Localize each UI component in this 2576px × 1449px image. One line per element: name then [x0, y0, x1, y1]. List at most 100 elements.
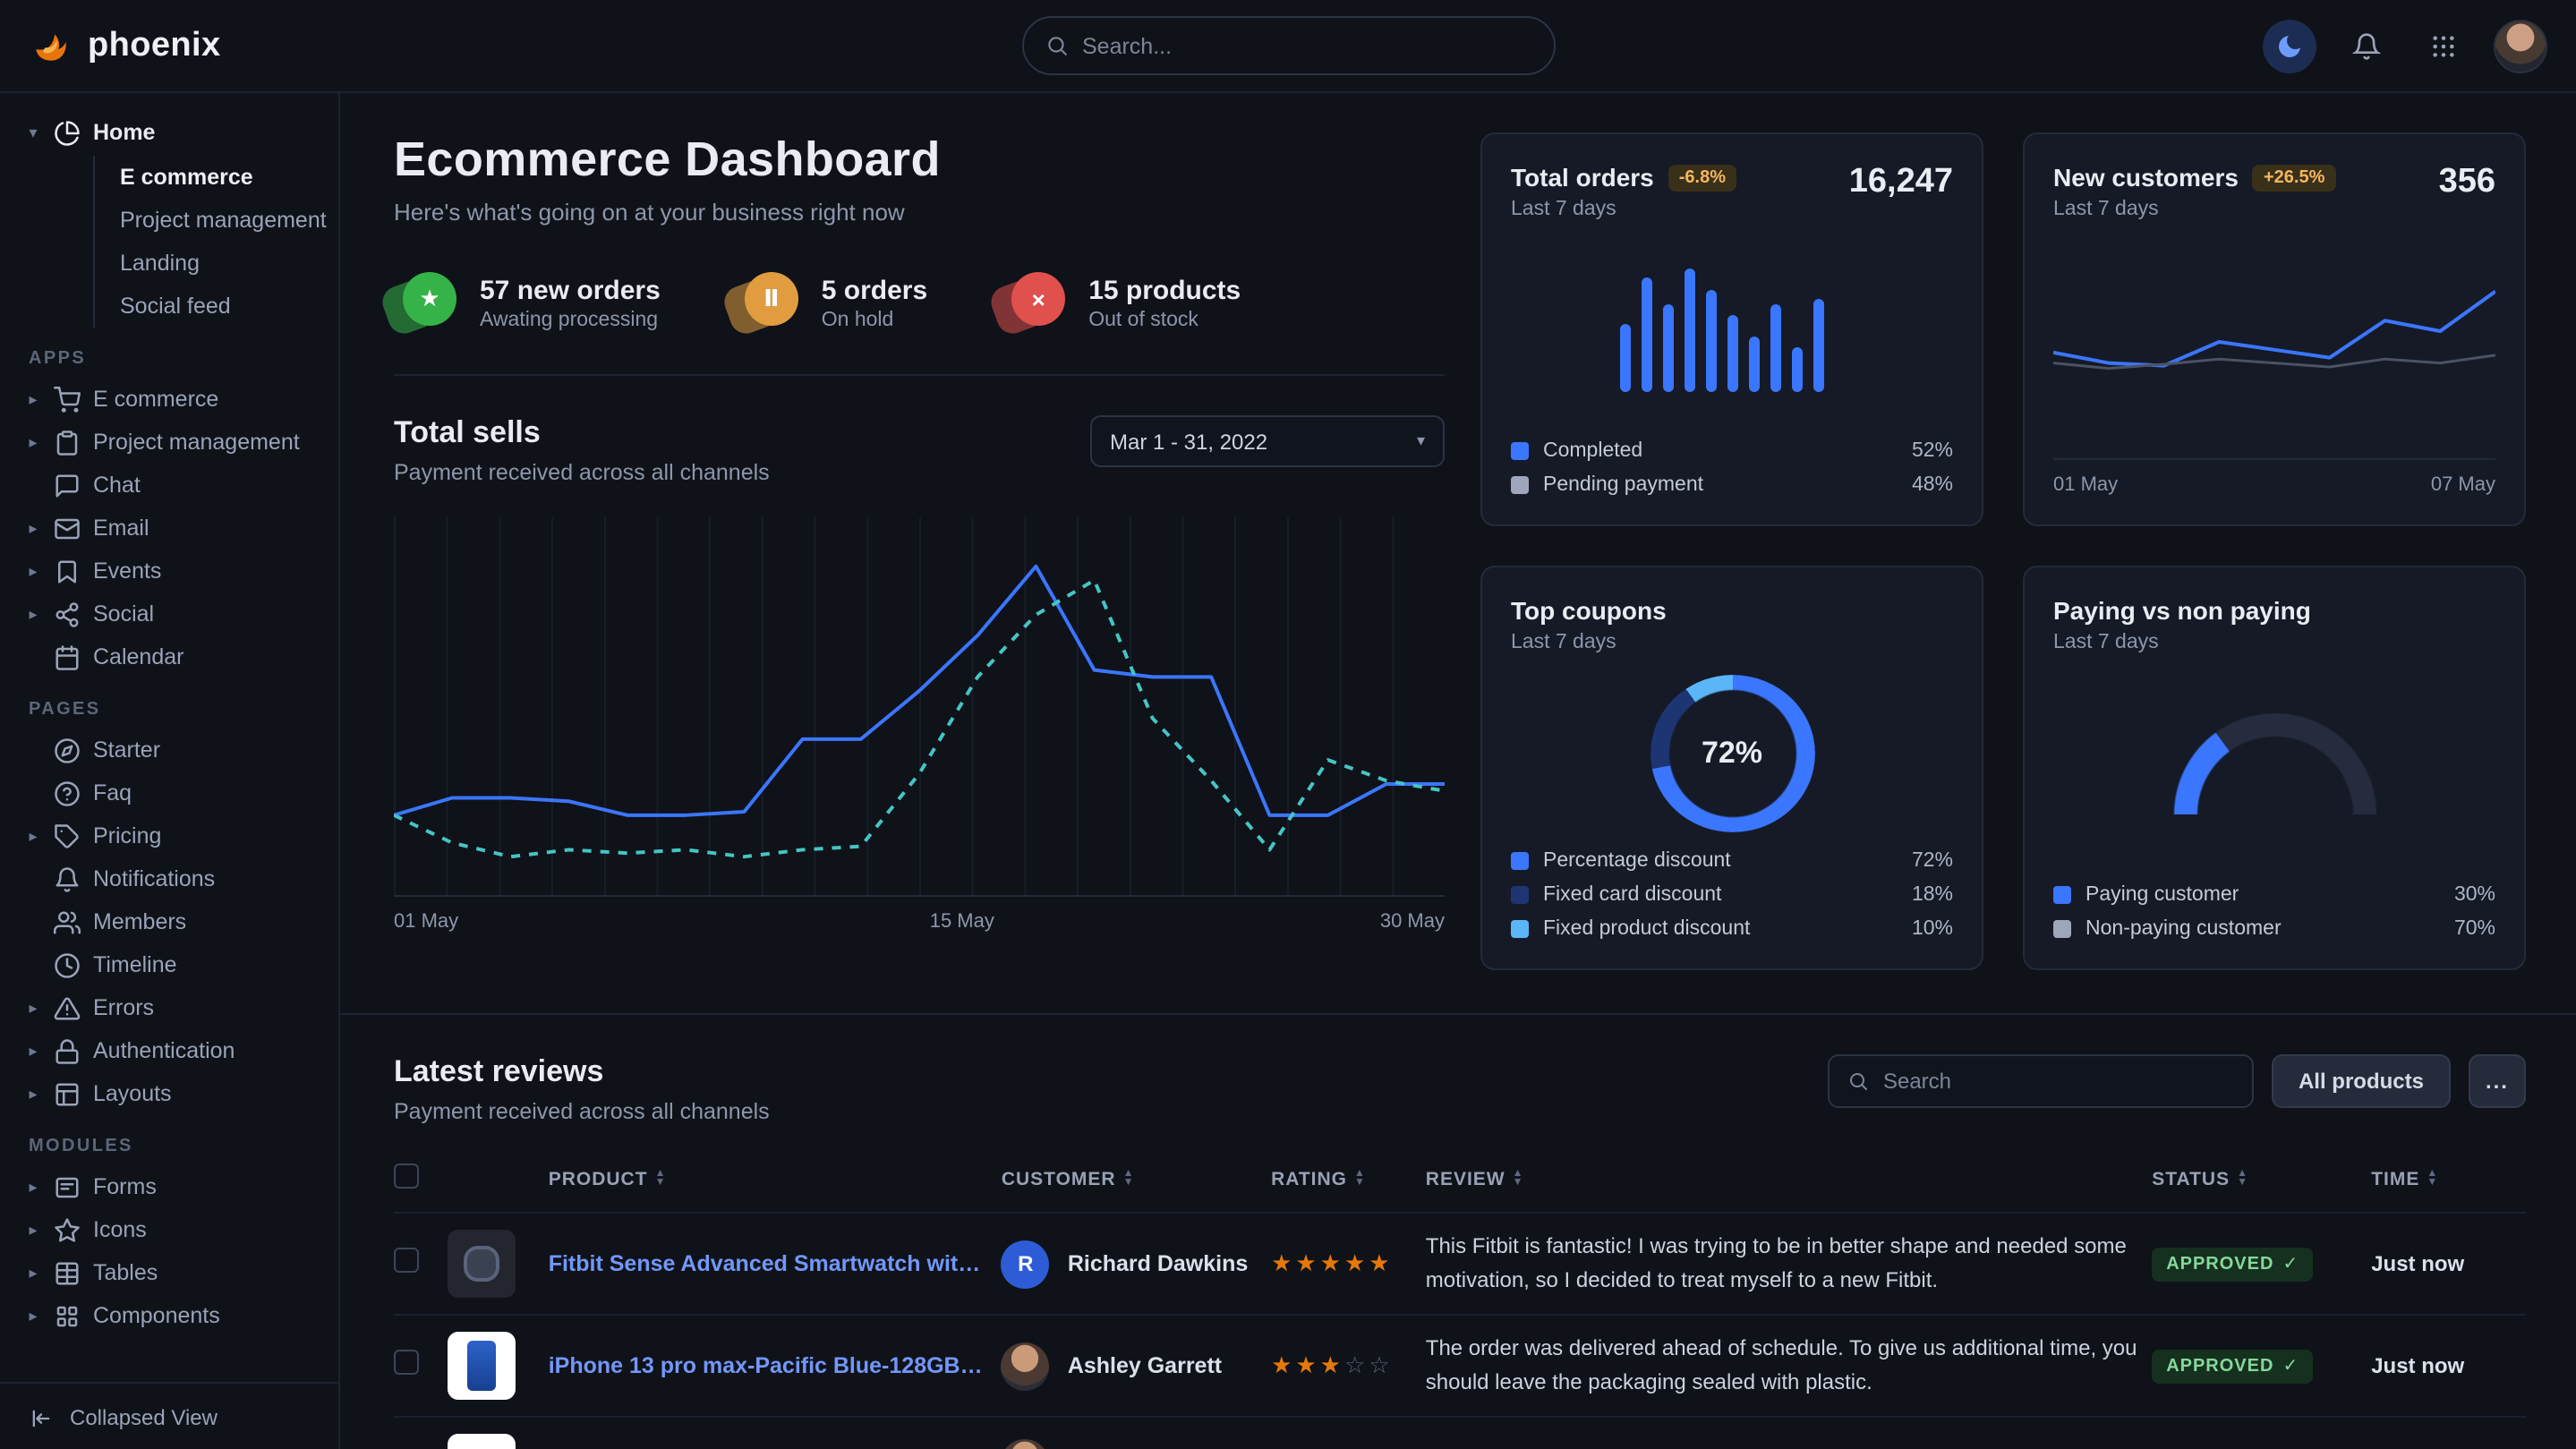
table-body: Fitbit Sense Advanced Smartwatch with To…: [394, 1213, 2526, 1449]
global-search-input[interactable]: [1082, 33, 1531, 58]
review-text: The order was delivered ahead of schedul…: [1426, 1333, 2137, 1399]
column-header-product[interactable]: PRODUCT▲▼: [549, 1153, 1002, 1213]
x-axis-label: 01 May: [394, 911, 458, 933]
new-customers-chart-svg: [2053, 249, 2495, 413]
review-cell: This Fitbit is fantastic! I was trying t…: [1426, 1213, 2152, 1315]
all-products-button[interactable]: All products: [2272, 1054, 2451, 1108]
sidebar-item-label: Events: [93, 558, 161, 584]
sidebar-item-faq[interactable]: Faq: [25, 771, 324, 814]
x-axis-label: 30 May: [1380, 911, 1445, 933]
collapsed-view-toggle[interactable]: Collapsed View: [0, 1382, 338, 1449]
column-header-status[interactable]: STATUS▲▼: [2152, 1153, 2371, 1213]
layout-icon: [54, 1080, 81, 1107]
sidebar-item-icons[interactable]: ▸Icons: [25, 1208, 324, 1251]
clipboard-icon: [54, 429, 81, 456]
legend-value: 52%: [1912, 440, 1953, 462]
star-empty: ☆☆: [1344, 1351, 1394, 1378]
card-title: Total orders: [1511, 163, 1654, 192]
date-range-select[interactable]: Mar 1 - 31, 2022 ▾: [1090, 415, 1445, 467]
sidebar-item-project-management[interactable]: ▸Project management: [25, 421, 324, 464]
sidebar-nav: ▾HomeE commerceProject managementLanding…: [25, 111, 324, 1337]
sidebar-item-email[interactable]: ▸Email: [25, 507, 324, 550]
column-header-time[interactable]: TIME▲▼: [2371, 1153, 2526, 1213]
sidebar-item-layouts[interactable]: ▸Layouts: [25, 1072, 324, 1115]
sidebar-item-starter[interactable]: Starter: [25, 729, 324, 771]
notifications-button[interactable]: [2340, 19, 2393, 72]
sidebar-item-social[interactable]: ▸Social: [25, 592, 324, 635]
time-cell-wrap: Just now: [2371, 1315, 2526, 1417]
tag-icon: [54, 823, 81, 849]
sidebar-item-e-commerce[interactable]: ▸E commerce: [25, 378, 324, 421]
total-orders-card: Total orders -6.8% Last 7 days 16,247 Co…: [1480, 132, 1983, 526]
legend-value: 70%: [2454, 918, 2495, 940]
table-header-row: PRODUCT▲▼CUSTOMER▲▼RATING▲▼REVIEW▲▼STATU…: [394, 1153, 2526, 1213]
sidebar-item-label: Layouts: [93, 1081, 172, 1106]
star-filled: ★★★: [1271, 1351, 1344, 1378]
theme-toggle-button[interactable]: [2263, 19, 2316, 72]
legend-value: 72%: [1912, 850, 1953, 872]
legend-row: Paying customer30%: [2053, 884, 2495, 906]
row-checkbox[interactable]: [394, 1349, 419, 1374]
legend-row: Fixed product discount10%: [1511, 918, 1953, 940]
section-divider: [340, 1013, 2576, 1015]
sidebar-item-notifications[interactable]: Notifications: [25, 857, 324, 900]
sidebar-item-authentication[interactable]: ▸Authentication: [25, 1029, 324, 1072]
sidebar-item-forms[interactable]: ▸Forms: [25, 1165, 324, 1208]
order-bar: [1684, 268, 1694, 392]
sidebar-item-timeline[interactable]: Timeline: [25, 943, 324, 986]
sidebar-section-label: MODULES: [29, 1137, 324, 1156]
star-icon: [54, 1216, 81, 1243]
more-options-button[interactable]: ...: [2469, 1054, 2526, 1108]
stat-item-1: ★57 new ordersAwating processing: [394, 272, 661, 335]
caret-icon: ▸: [25, 826, 41, 846]
sidebar-item-label: Faq: [93, 780, 132, 805]
caret-icon: ▸: [25, 604, 41, 624]
legend-label: Percentage discount: [1543, 850, 1731, 872]
caret-icon: ▸: [25, 1177, 41, 1197]
product-thumb-cell: [448, 1213, 548, 1315]
apps-grid-button[interactable]: [2417, 19, 2470, 72]
sidebar-item-home[interactable]: ▾Home: [25, 111, 324, 154]
row-checkbox[interactable]: [394, 1247, 419, 1272]
phoenix-logo-icon: [29, 23, 73, 68]
order-bar: [1727, 316, 1737, 392]
legend-row: Fixed card discount18%: [1511, 884, 1953, 906]
star-rating: ★★★☆☆: [1271, 1351, 1394, 1378]
pie-chart-icon: [54, 119, 81, 146]
sidebar-item-events[interactable]: ▸Events: [25, 550, 324, 592]
column-header-rating[interactable]: RATING▲▼: [1271, 1153, 1426, 1213]
order-bar: [1770, 304, 1780, 392]
select-all-checkbox[interactable]: [394, 1163, 419, 1189]
sidebar-subitem-e-commerce[interactable]: E commerce: [95, 156, 324, 199]
review-cell: [1426, 1417, 2152, 1449]
thumb-header-cell: [448, 1153, 548, 1213]
sidebar-subitem-landing[interactable]: Landing: [95, 242, 324, 285]
user-avatar[interactable]: [2494, 19, 2547, 72]
sidebar-item-calendar[interactable]: Calendar: [25, 635, 324, 678]
sidebar-item-members[interactable]: Members: [25, 900, 324, 943]
sidebar-item-components[interactable]: ▸Components: [25, 1294, 324, 1337]
legend-label: Fixed card discount: [1543, 884, 1721, 906]
column-header-review[interactable]: REVIEW▲▼: [1426, 1153, 2152, 1213]
column-header-customer[interactable]: CUSTOMER▲▼: [1002, 1153, 1271, 1213]
sidebar-item-errors[interactable]: ▸Errors: [25, 986, 324, 1029]
reviews-search-input[interactable]: [1883, 1069, 2234, 1094]
top-coupons-card: Top coupons Last 7 days 72% Percentage d…: [1480, 566, 1983, 970]
brand[interactable]: phoenix: [29, 23, 351, 68]
row-checkbox-cell: [394, 1213, 448, 1315]
cross-badge-icon: ×: [1002, 272, 1065, 335]
sidebar-item-pricing[interactable]: ▸Pricing: [25, 814, 324, 857]
sidebar-item-chat[interactable]: Chat: [25, 464, 324, 507]
status-cell: [2152, 1417, 2371, 1449]
caret-icon: ▸: [25, 1220, 41, 1240]
new-customers-line-chart: [2053, 249, 2495, 413]
stat-label: On hold: [822, 310, 927, 331]
product-link[interactable]: iPhone 13 pro max-Pacific Blue-128GB sto…: [549, 1353, 987, 1378]
review-row: iPhone 13 pro max-Pacific Blue-128GB sto…: [394, 1315, 2526, 1417]
customer-avatar: R: [1002, 1240, 1050, 1288]
sidebar-subitem-social-feed[interactable]: Social feed: [95, 285, 324, 328]
sidebar-item-tables[interactable]: ▸Tables: [25, 1251, 324, 1294]
sidebar-subitem-project-management[interactable]: Project management: [95, 199, 324, 242]
pause-badge-icon: Ⅱ: [736, 272, 798, 335]
product-link[interactable]: Fitbit Sense Advanced Smartwatch with To…: [549, 1251, 987, 1276]
